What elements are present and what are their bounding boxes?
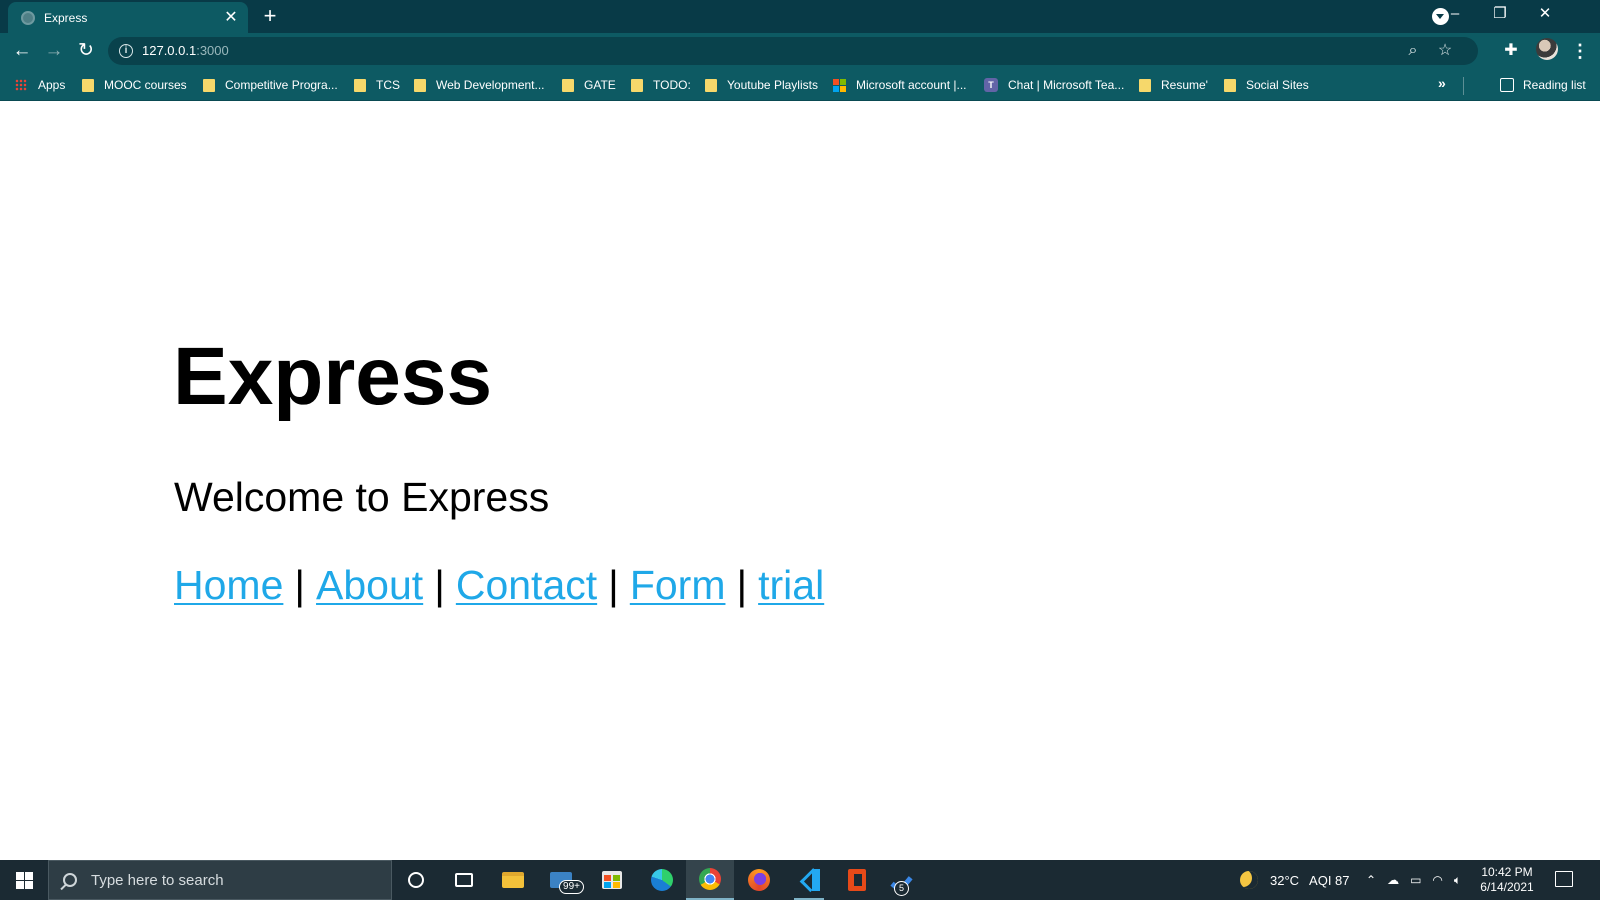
office-icon[interactable] <box>833 860 881 900</box>
tab-title: Express <box>44 10 88 25</box>
reading-list-icon <box>1500 78 1514 92</box>
url-text[interactable]: 127.0.0.1:3000 <box>142 43 229 58</box>
edge-browser-icon[interactable] <box>638 860 686 900</box>
more-bookmarks-chevron-icon[interactable]: » <box>1438 75 1446 91</box>
nav-separator: | <box>736 562 748 608</box>
folder-icon <box>203 78 215 92</box>
wifi-icon[interactable]: ◠ <box>1432 873 1442 887</box>
folder-icon <box>354 78 366 92</box>
close-window-button[interactable]: ✕ <box>1522 0 1568 30</box>
browser-menu-icon[interactable]: ⋮ <box>1570 37 1590 65</box>
air-quality-index: AQI 87 <box>1309 872 1350 888</box>
vscode-icon[interactable] <box>785 860 833 900</box>
clock-time: 10:42 PM <box>1481 865 1533 879</box>
task-view-icon[interactable] <box>440 860 488 900</box>
restore-button[interactable]: ❐ <box>1477 0 1523 30</box>
page-title: Express <box>173 331 493 422</box>
show-hidden-icons-chevron-icon[interactable]: ⌃ <box>1366 873 1376 887</box>
folder-icon <box>562 78 574 92</box>
folder-icon <box>414 78 426 92</box>
welcome-text: Welcome to Express <box>174 474 550 520</box>
nav-separator: | <box>294 562 306 608</box>
volume-icon[interactable]: 🔈︎ <box>1454 873 1461 888</box>
nav-link-trial[interactable]: trial <box>758 562 824 608</box>
folder-icon <box>1224 78 1236 92</box>
bookmark-todo[interactable]: TODO: <box>631 76 691 94</box>
bookmarks-bar: Apps MOOC courses Competitive Progra... … <box>0 69 1600 101</box>
nav-link-home[interactable]: Home <box>174 562 283 608</box>
cortana-icon[interactable] <box>392 860 440 900</box>
search-icon <box>63 873 77 887</box>
taskbar-clock[interactable]: 10:42 PM 6/14/2021 <box>1467 865 1547 895</box>
browser-tab-express[interactable]: Express ✕ <box>8 2 248 33</box>
bookmark-star-icon[interactable]: ☆ <box>1433 39 1457 63</box>
system-tray: ⌃ ☁ ▭ ◠ 🔈︎ <box>1366 860 1461 900</box>
new-tab-button[interactable]: + <box>256 3 284 31</box>
back-arrow-icon[interactable]: ← <box>8 37 36 65</box>
nav-link-form[interactable]: Form <box>630 562 726 608</box>
microsoft-icon <box>833 78 846 92</box>
zoom-icon[interactable]: ⌕ <box>1401 39 1425 63</box>
browser-toolbar: ← → ↻ i 127.0.0.1:3000 ⌕ ☆ ✚ ⋮ <box>0 33 1600 69</box>
reload-icon[interactable]: ↻ <box>72 37 100 65</box>
chrome-browser-icon[interactable] <box>686 860 734 900</box>
moon-weather-icon <box>1240 871 1258 889</box>
folder-icon <box>1139 78 1151 92</box>
mail-badge: 99+ <box>559 880 584 894</box>
bookmark-social-sites[interactable]: Social Sites <box>1224 76 1309 94</box>
notification-center-icon[interactable] <box>1555 871 1573 887</box>
bookmark-apps[interactable]: Apps <box>15 76 65 94</box>
microsoft-store-icon[interactable] <box>588 860 636 900</box>
bookmark-competitive-programming[interactable]: Competitive Progra... <box>203 76 338 94</box>
onedrive-cloud-icon[interactable]: ☁ <box>1387 873 1399 887</box>
battery-icon[interactable]: ▭ <box>1410 873 1421 887</box>
bookmark-web-development[interactable]: Web Development... <box>414 76 545 94</box>
profile-avatar[interactable] <box>1536 38 1558 60</box>
nav-link-about[interactable]: About <box>316 562 423 608</box>
folder-icon <box>631 78 643 92</box>
page-viewport: Express Welcome to Express Home | About | Co… <box>0 102 1600 860</box>
mail-icon[interactable]: 99+ <box>537 860 585 900</box>
reading-list-button[interactable]: Reading list <box>1500 76 1586 94</box>
nav-separator: | <box>608 562 619 608</box>
bookmark-tcs[interactable]: TCS <box>354 76 400 94</box>
nav-separator: | <box>434 562 445 608</box>
firefox-icon[interactable] <box>735 860 783 900</box>
apps-grid-icon <box>15 79 27 91</box>
bookmark-gate[interactable]: GATE <box>562 76 616 94</box>
taskbar-search-input[interactable]: Type here to search <box>48 860 392 900</box>
bookmark-youtube-playlists[interactable]: Youtube Playlists <box>705 76 818 94</box>
minimize-button[interactable]: – <box>1432 0 1478 30</box>
site-info-icon[interactable]: i <box>119 44 133 58</box>
search-placeholder: Type here to search <box>91 871 224 889</box>
address-bar[interactable]: i 127.0.0.1:3000 ⌕ ☆ <box>108 37 1478 65</box>
folder-icon <box>705 78 717 92</box>
bookmark-resume[interactable]: Resume' <box>1139 76 1208 94</box>
bookmark-mooc-courses[interactable]: MOOC courses <box>82 76 187 94</box>
bookmark-microsoft-account[interactable]: Microsoft account |... <box>833 76 967 94</box>
folder-icon <box>82 78 94 92</box>
teams-icon: T <box>984 78 998 92</box>
weather-widget[interactable]: 32°C AQI 87 <box>1240 860 1350 900</box>
windows-start-icon[interactable] <box>0 860 48 900</box>
extensions-puzzle-icon[interactable]: ✚ <box>1497 37 1525 65</box>
close-tab-icon[interactable]: ✕ <box>220 9 242 26</box>
weather-temperature: 32°C <box>1270 872 1300 888</box>
todo-badge: 5 <box>894 881 909 896</box>
file-explorer-icon[interactable] <box>489 860 537 900</box>
tab-strip: Express ✕ + – ❐ ✕ <box>0 0 1600 33</box>
nav-link-contact[interactable]: Contact <box>456 562 597 608</box>
globe-icon <box>21 10 35 25</box>
windows-taskbar: Type here to search 99+ 5 32°C AQI 87 ⌃ … <box>0 860 1600 900</box>
bookmark-microsoft-teams-chat[interactable]: T Chat | Microsoft Tea... <box>984 76 1124 94</box>
bookmarks-divider <box>1463 77 1464 95</box>
page-nav: Home | About | Contact | Form | trial <box>174 560 824 610</box>
clock-date: 6/14/2021 <box>1480 880 1534 894</box>
forward-arrow-icon[interactable]: → <box>40 37 68 65</box>
